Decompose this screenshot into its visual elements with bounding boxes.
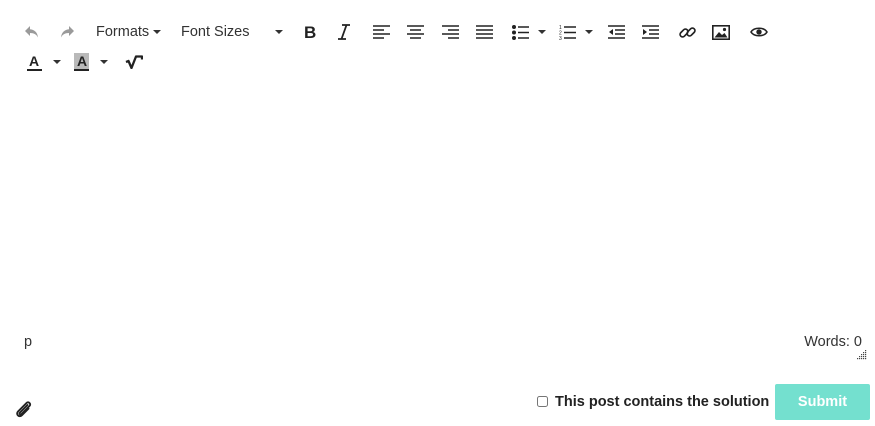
link-icon [678,26,696,38]
background-color-bar [74,69,89,71]
bullet-list-button[interactable] [508,20,532,44]
text-color-button[interactable]: A [22,50,46,74]
solution-label[interactable]: This post contains the solution [555,394,769,410]
outdent-icon [607,24,625,39]
bullet-list-icon [511,24,529,40]
attach-button[interactable] [12,398,36,422]
text-color-glyph: A [29,53,40,69]
text-color-icon: A [25,52,43,72]
redo-icon [61,26,74,38]
outdent-button[interactable] [604,20,628,44]
chevron-down-icon [275,30,283,34]
preview-button[interactable] [747,20,771,44]
math-button[interactable] [122,50,146,74]
resize-handle[interactable] [857,347,867,360]
text-color-dropdown[interactable] [51,50,63,74]
indent-icon [641,24,659,39]
undo-icon [25,26,38,38]
bold-icon: B [304,24,316,40]
redo-button[interactable] [55,20,79,44]
background-color-glyph: A [77,53,88,69]
numbered-list-button[interactable]: 123 [555,20,579,44]
formats-dropdown[interactable]: Formats [96,20,162,44]
background-color-button[interactable]: A [69,50,93,74]
resize-grip-icon [857,350,867,360]
bold-button[interactable]: B [298,20,322,44]
svg-text:B: B [304,24,316,40]
italic-icon [338,24,350,40]
formats-label: Formats [96,24,150,40]
solution-checkbox[interactable] [537,396,548,407]
align-center-button[interactable] [403,20,427,44]
bullet-list-dropdown[interactable] [536,20,548,44]
word-count: Words: 0 [804,334,862,350]
link-button[interactable] [675,20,699,44]
align-justify-icon [475,24,493,39]
background-color-icon: A [72,52,90,72]
text-color-bar [27,69,42,71]
chevron-down-icon [153,30,162,34]
background-color-dropdown[interactable] [98,50,110,74]
numbered-list-dropdown[interactable] [583,20,595,44]
undo-button[interactable] [20,20,44,44]
chevron-down-icon [538,30,546,34]
svg-text:3: 3 [559,36,562,41]
indent-button[interactable] [638,20,662,44]
italic-button[interactable] [332,20,356,44]
element-path[interactable]: p [24,334,32,350]
chevron-down-icon [53,60,61,64]
math-icon [125,55,143,69]
chevron-down-icon [585,30,593,34]
paperclip-icon [16,401,32,418]
chevron-down-icon [100,60,108,64]
preview-icon [750,27,768,37]
align-justify-button[interactable] [472,20,496,44]
align-left-icon [372,24,390,39]
submit-button[interactable]: Submit [775,384,870,420]
numbered-list-icon: 123 [559,25,576,41]
image-button[interactable] [709,20,733,44]
align-left-button[interactable] [369,20,393,44]
align-right-button[interactable] [438,20,462,44]
editor-content-area[interactable] [15,82,860,322]
font-sizes-label: Font Sizes [181,24,250,40]
align-center-icon [406,24,424,39]
font-sizes-dropdown[interactable]: Font Sizes [181,20,285,44]
image-icon [712,24,730,40]
align-right-icon [441,24,459,39]
